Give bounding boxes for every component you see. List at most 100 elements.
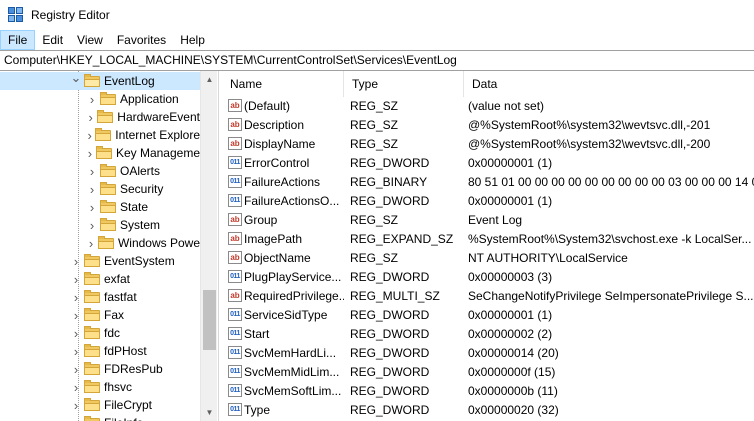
column-header-data[interactable]: Data (464, 71, 754, 97)
scroll-up-arrow-icon[interactable]: ▲ (201, 71, 218, 88)
value-name: Start (244, 326, 270, 341)
chevron-down-icon[interactable]: ⌄ (70, 71, 82, 87)
chevron-right-icon[interactable]: › (86, 198, 98, 216)
chevron-right-icon[interactable]: › (70, 378, 82, 396)
value-row[interactable]: ab ImagePath REG_EXPAND_SZ %SystemRoot%\Sys… (222, 229, 754, 248)
tree-item[interactable]: ⌄ EventLog (0, 71, 200, 90)
menu-view[interactable]: View (70, 30, 110, 50)
column-header-type[interactable]: Type (344, 71, 464, 97)
chevron-right-icon[interactable]: › (86, 216, 98, 234)
menu-favorites[interactable]: Favorites (110, 30, 173, 50)
title-bar: Registry Editor (0, 0, 754, 30)
value-row[interactable]: ab RequiredPrivilege... REG_MULTI_SZ SeChan… (222, 286, 754, 305)
value-row[interactable]: 011 SvcMemMidLim... REG_DWORD 0x0000000f (1… (222, 362, 754, 381)
chevron-right-icon[interactable]: › (86, 144, 94, 162)
value-data: 0x00000014 (20) (468, 345, 559, 360)
chevron-right-icon[interactable]: › (86, 126, 93, 144)
tree-item[interactable]: › fhsvc (0, 378, 200, 396)
tree-item-label: FileInfo (104, 416, 143, 421)
value-row[interactable]: 011 ErrorControl REG_DWORD 0x00000001 (1) (222, 153, 754, 172)
chevron-right-icon[interactable]: › (70, 414, 82, 421)
chevron-right-icon[interactable]: › (70, 360, 82, 378)
chevron-right-icon[interactable]: › (70, 324, 82, 342)
value-row[interactable]: 011 Type REG_DWORD 0x00000020 (32) (222, 400, 754, 419)
binary-value-icon: 011 (228, 384, 242, 397)
value-data: 0x00000020 (32) (468, 402, 559, 417)
tree-item[interactable]: › FileInfo (0, 414, 200, 421)
chevron-right-icon[interactable]: › (86, 108, 95, 126)
folder-icon (84, 380, 100, 393)
tree-item[interactable]: › HardwareEvent (0, 108, 200, 126)
value-row[interactable]: ab Description REG_SZ @%SystemRoot%\system3… (222, 115, 754, 134)
tree-item[interactable]: › Internet Explore (0, 126, 200, 144)
string-value-icon: ab (228, 99, 242, 112)
tree-item[interactable]: › Fax (0, 306, 200, 324)
tree-item[interactable]: › exfat (0, 270, 200, 288)
value-row[interactable]: ab ObjectName REG_SZ NT AUTHORITY\LocalServ… (222, 248, 754, 267)
value-row[interactable]: 011 Start REG_DWORD 0x00000002 (2) (222, 324, 754, 343)
tree-item[interactable]: › Key Manageme (0, 144, 200, 162)
folder-icon (100, 200, 116, 213)
tree-item[interactable]: › EventSystem (0, 252, 200, 270)
chevron-right-icon[interactable]: › (86, 234, 96, 252)
tree-item[interactable]: › fastfat (0, 288, 200, 306)
value-type: REG_DWORD (350, 345, 430, 360)
address-bar[interactable]: Computer\HKEY_LOCAL_MACHINE\SYSTEM\Curre… (0, 50, 754, 71)
value-row[interactable]: 011 SvcMemSoftLim... REG_DWORD 0x0000000b (… (222, 381, 754, 400)
value-row[interactable]: ab DisplayName REG_SZ @%SystemRoot%\system3… (222, 134, 754, 153)
column-header-name[interactable]: Name (222, 71, 344, 97)
folder-icon (84, 398, 100, 411)
chevron-right-icon[interactable]: › (86, 90, 98, 108)
tree-item-label: EventLog (104, 74, 155, 88)
tree-item[interactable]: › System (0, 216, 200, 234)
value-row[interactable]: 011 ServiceSidType REG_DWORD 0x00000001 (1) (222, 305, 754, 324)
value-row[interactable]: ab (Default) REG_SZ (value not set) (222, 96, 754, 115)
menu-edit[interactable]: Edit (35, 30, 70, 50)
chevron-right-icon[interactable]: › (70, 306, 82, 324)
value-name: Type (244, 402, 271, 417)
value-name: (Default) (244, 98, 291, 113)
chevron-right-icon[interactable]: › (70, 396, 82, 414)
value-name-cell: ab (Default) (222, 99, 344, 113)
tree-scrollbar[interactable]: ▲ ▼ (200, 71, 217, 421)
value-row[interactable]: 011 FailureActionsO... REG_DWORD 0x00000001… (222, 191, 754, 210)
value-row[interactable]: 011 SvcMemHardLi... REG_DWORD 0x00000014 (2… (222, 343, 754, 362)
tree-item[interactable]: › Application (0, 90, 200, 108)
tree-item[interactable]: › FDResPub (0, 360, 200, 378)
value-row[interactable]: 011 PlugPlayService... REG_DWORD 0x00000003… (222, 267, 754, 286)
tree-item[interactable]: › fdPHost (0, 342, 200, 360)
tree-item[interactable]: › Security (0, 180, 200, 198)
chevron-right-icon[interactable]: › (70, 342, 82, 360)
tree-item[interactable]: › fdc (0, 324, 200, 342)
value-type: REG_EXPAND_SZ (350, 231, 454, 246)
tree-item[interactable]: › OAlerts (0, 162, 200, 180)
value-name-cell: 011 SvcMemHardLi... (222, 346, 344, 360)
chevron-right-icon[interactable]: › (70, 270, 82, 288)
chevron-right-icon[interactable]: › (70, 288, 82, 306)
value-row[interactable]: ab Group REG_SZ Event Log (222, 210, 754, 229)
binary-value-icon: 011 (228, 327, 242, 340)
folder-icon (84, 326, 100, 339)
tree-item-label: Application (120, 92, 179, 106)
value-name-cell: ab ImagePath (222, 232, 344, 246)
menu-help[interactable]: Help (173, 30, 212, 50)
tree-item-label: HardwareEvent (117, 110, 200, 124)
scroll-down-arrow-icon[interactable]: ▼ (201, 404, 218, 421)
value-name-cell: 011 FailureActionsO... (222, 194, 344, 208)
tree-item[interactable]: › State (0, 198, 200, 216)
tree-item-label: Windows Powe (117, 236, 200, 250)
value-row[interactable]: 011 FailureActions REG_BINARY 80 51 01 00 0… (222, 172, 754, 191)
menu-file[interactable]: File (0, 30, 36, 50)
tree-item[interactable]: › Windows Powe (0, 234, 200, 252)
key-tree[interactable]: ⌄ EventLog › Application › HardwareEvent › Inte… (0, 71, 218, 421)
chevron-right-icon[interactable]: › (70, 252, 82, 270)
scroll-thumb[interactable] (203, 290, 216, 350)
chevron-right-icon[interactable]: › (86, 180, 98, 198)
string-value-icon: ab (228, 232, 242, 245)
value-type: REG_BINARY (350, 174, 428, 189)
value-type: REG_SZ (350, 117, 399, 132)
value-type: REG_DWORD (350, 383, 430, 398)
chevron-right-icon[interactable]: › (86, 162, 98, 180)
tree-item[interactable]: › FileCrypt (0, 396, 200, 414)
string-value-icon: ab (228, 118, 242, 131)
